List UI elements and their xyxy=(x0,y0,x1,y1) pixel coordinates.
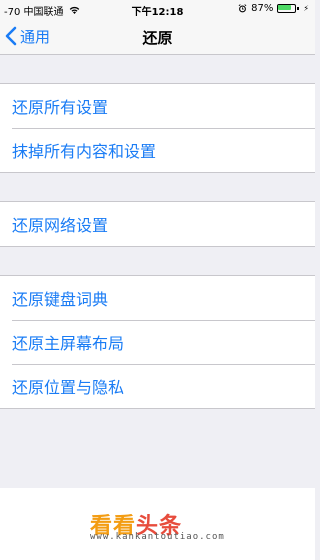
erase-all-content-cell[interactable]: 抹掉所有内容和设置 xyxy=(0,128,315,172)
reset-keyboard-dictionary-cell[interactable]: 还原键盘词典 xyxy=(0,276,315,320)
reset-home-screen-layout-cell[interactable]: 还原主屏幕布局 xyxy=(0,320,315,364)
settings-group-reset-all: 还原所有设置 抹掉所有内容和设置 xyxy=(0,83,315,173)
watermark-url: www.kankantoutiao.com xyxy=(90,532,225,542)
settings-group-network: 还原网络设置 xyxy=(0,201,315,247)
bolt-icon: ⚡ xyxy=(303,4,309,13)
watermark-banner: 看看头条 www.kankantoutiao.com xyxy=(0,488,315,560)
status-right: 87% ⚡ xyxy=(238,3,309,14)
navigation-bar: 通用 还原 xyxy=(0,17,315,55)
reset-location-privacy-cell[interactable]: 还原位置与隐私 xyxy=(0,364,315,408)
reset-all-settings-cell[interactable]: 还原所有设置 xyxy=(0,84,315,128)
reset-network-settings-cell[interactable]: 还原网络设置 xyxy=(0,202,315,246)
status-bar: -70 中国联通 下午12:18 87% ⚡ xyxy=(0,0,315,18)
settings-group-other: 还原键盘词典 还原主屏幕布局 还原位置与隐私 xyxy=(0,275,315,409)
alarm-icon xyxy=(238,4,247,13)
battery-icon xyxy=(277,4,300,13)
page-title: 还原 xyxy=(142,29,173,47)
battery-percent: 87% xyxy=(251,3,274,14)
